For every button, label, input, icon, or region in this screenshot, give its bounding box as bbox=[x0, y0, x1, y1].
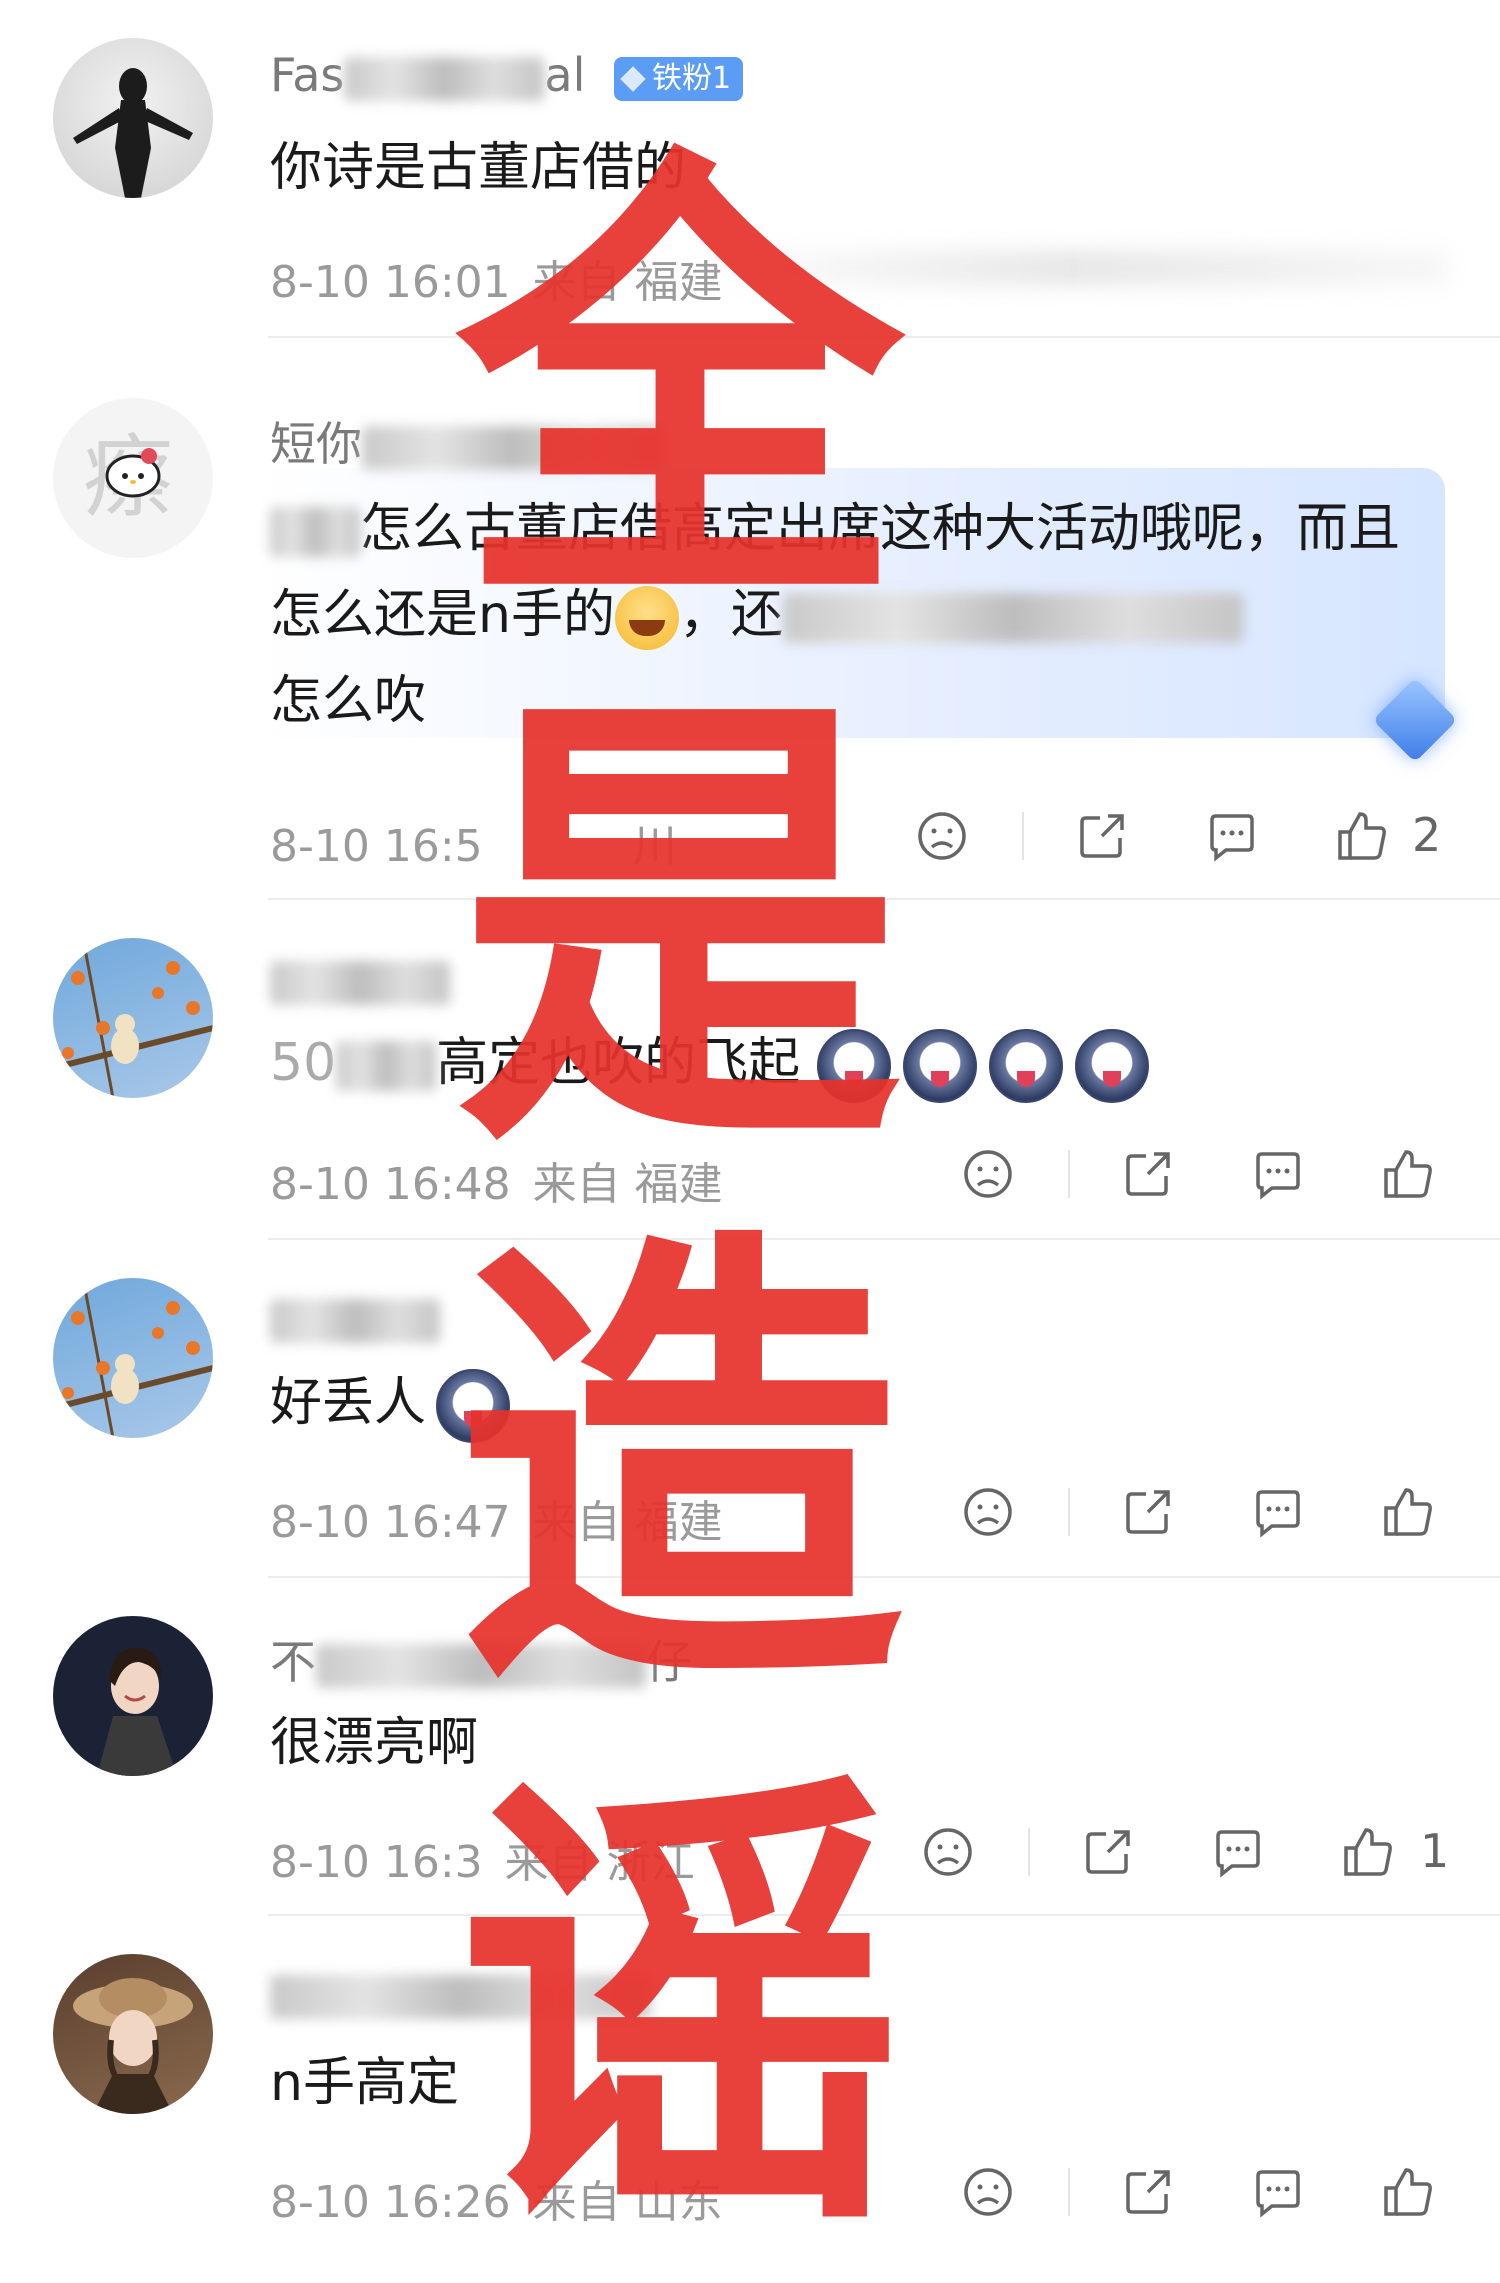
divider bbox=[268, 1576, 1500, 1578]
divider bbox=[268, 1238, 1500, 1240]
redacted-name bbox=[270, 1974, 650, 2019]
redacted-text bbox=[782, 593, 1243, 643]
comment-text: 怎么古董店借高定出席这种大活动哦呢，而且怎么还是n手的 ，还 怎么吹 bbox=[270, 499, 1401, 731]
husky-emoji-icon bbox=[988, 1029, 1063, 1103]
husky-emoji-icon bbox=[1074, 1029, 1149, 1103]
cat-in-tree-icon bbox=[53, 1278, 213, 1438]
redacted-name bbox=[270, 960, 450, 1005]
fan-badge: 铁粉1 bbox=[613, 56, 744, 101]
reply-icon[interactable] bbox=[1248, 1482, 1308, 1542]
comment-meta: 8-10 16:3 来自 浙江 bbox=[270, 1837, 695, 1888]
avatar[interactable] bbox=[53, 1954, 213, 2114]
vintage-hat-woman-icon bbox=[73, 1978, 193, 2114]
comment-text: n手高定 bbox=[270, 2053, 459, 2113]
share-icon[interactable] bbox=[1118, 2162, 1178, 2222]
username[interactable]: Fas al 铁粉1 bbox=[270, 48, 744, 102]
laugh-cry-emoji-icon bbox=[614, 586, 679, 650]
like-icon[interactable] bbox=[1332, 806, 1392, 866]
avatar[interactable] bbox=[53, 38, 213, 198]
cat-in-tree-icon bbox=[53, 938, 213, 1098]
smiling-woman-icon bbox=[97, 1647, 177, 1776]
reply-icon[interactable] bbox=[1248, 1144, 1308, 1204]
redacted-text bbox=[270, 507, 360, 557]
diamond-icon bbox=[620, 66, 646, 92]
like-count: 1 bbox=[1420, 1824, 1450, 1878]
share-icon[interactable] bbox=[1118, 1144, 1178, 1204]
husky-emoji-icon bbox=[816, 1029, 891, 1103]
separator bbox=[1068, 1488, 1070, 1536]
username[interactable]: 不仔 bbox=[270, 1626, 692, 1692]
dislike-face-icon[interactable] bbox=[912, 806, 972, 866]
reply-icon[interactable] bbox=[1202, 806, 1262, 866]
avatar[interactable]: 瘵 bbox=[53, 398, 213, 558]
divider bbox=[268, 1914, 1500, 1916]
comment-text: 好丢人 bbox=[270, 1360, 1430, 1446]
share-icon[interactable] bbox=[1072, 806, 1132, 866]
avatar[interactable] bbox=[53, 938, 213, 1098]
comment-meta: 8-10 16:01 来自 福建 bbox=[270, 257, 723, 308]
dislike-face-icon[interactable] bbox=[958, 1144, 1018, 1204]
redacted-area bbox=[690, 250, 1450, 286]
reply-icon[interactable] bbox=[1208, 1822, 1268, 1882]
redacted-name bbox=[362, 425, 662, 470]
comment-text: 你诗是古董店借的 bbox=[270, 138, 687, 198]
username[interactable] bbox=[270, 1290, 440, 1344]
username[interactable] bbox=[270, 1966, 650, 2020]
comment-text: 50 高定也吹的飞起 bbox=[270, 1020, 1430, 1106]
husky-emoji-icon bbox=[902, 1029, 977, 1103]
separator bbox=[1022, 812, 1024, 860]
username[interactable] bbox=[270, 952, 450, 1006]
comment-meta: 8-10 16:26 来自 山东 bbox=[270, 2177, 723, 2228]
divider bbox=[268, 898, 1500, 900]
dislike-face-icon[interactable] bbox=[958, 1482, 1018, 1542]
separator bbox=[1068, 1150, 1070, 1198]
comment-meta: 8-10 16:48 来自 福建 bbox=[270, 1159, 723, 1210]
reply-icon[interactable] bbox=[1248, 2162, 1308, 2222]
comment-text: 很漂亮啊 bbox=[270, 1713, 479, 1773]
comment-meta: 8-10 16:47 来自 福建 bbox=[270, 1497, 723, 1548]
like-count: 2 bbox=[1412, 808, 1442, 862]
husky-emoji-icon bbox=[436, 1369, 511, 1443]
dislike-face-icon[interactable] bbox=[918, 1822, 978, 1882]
woman-silhouette-icon bbox=[73, 68, 193, 198]
dislike-face-icon[interactable] bbox=[958, 2162, 1018, 2222]
share-icon[interactable] bbox=[1078, 1822, 1138, 1882]
username[interactable]: 短你 bbox=[270, 408, 662, 474]
comment-meta: 8-10 16:5 川 bbox=[270, 821, 677, 872]
separator bbox=[1068, 2168, 1070, 2216]
like-icon[interactable] bbox=[1378, 1482, 1438, 1542]
avatar[interactable] bbox=[53, 1278, 213, 1438]
like-icon[interactable] bbox=[1378, 1144, 1438, 1204]
divider bbox=[268, 336, 1500, 338]
like-icon[interactable] bbox=[1378, 2162, 1438, 2222]
share-icon[interactable] bbox=[1118, 1482, 1178, 1542]
redacted-name bbox=[344, 56, 545, 101]
like-icon[interactable] bbox=[1338, 1822, 1398, 1882]
avatar[interactable] bbox=[53, 1616, 213, 1776]
redacted-text bbox=[336, 1041, 437, 1091]
redacted-name bbox=[270, 1298, 440, 1343]
redacted-name bbox=[316, 1643, 646, 1688]
separator bbox=[1028, 1828, 1030, 1876]
hello-kitty-icon: 瘵 bbox=[83, 425, 173, 530]
